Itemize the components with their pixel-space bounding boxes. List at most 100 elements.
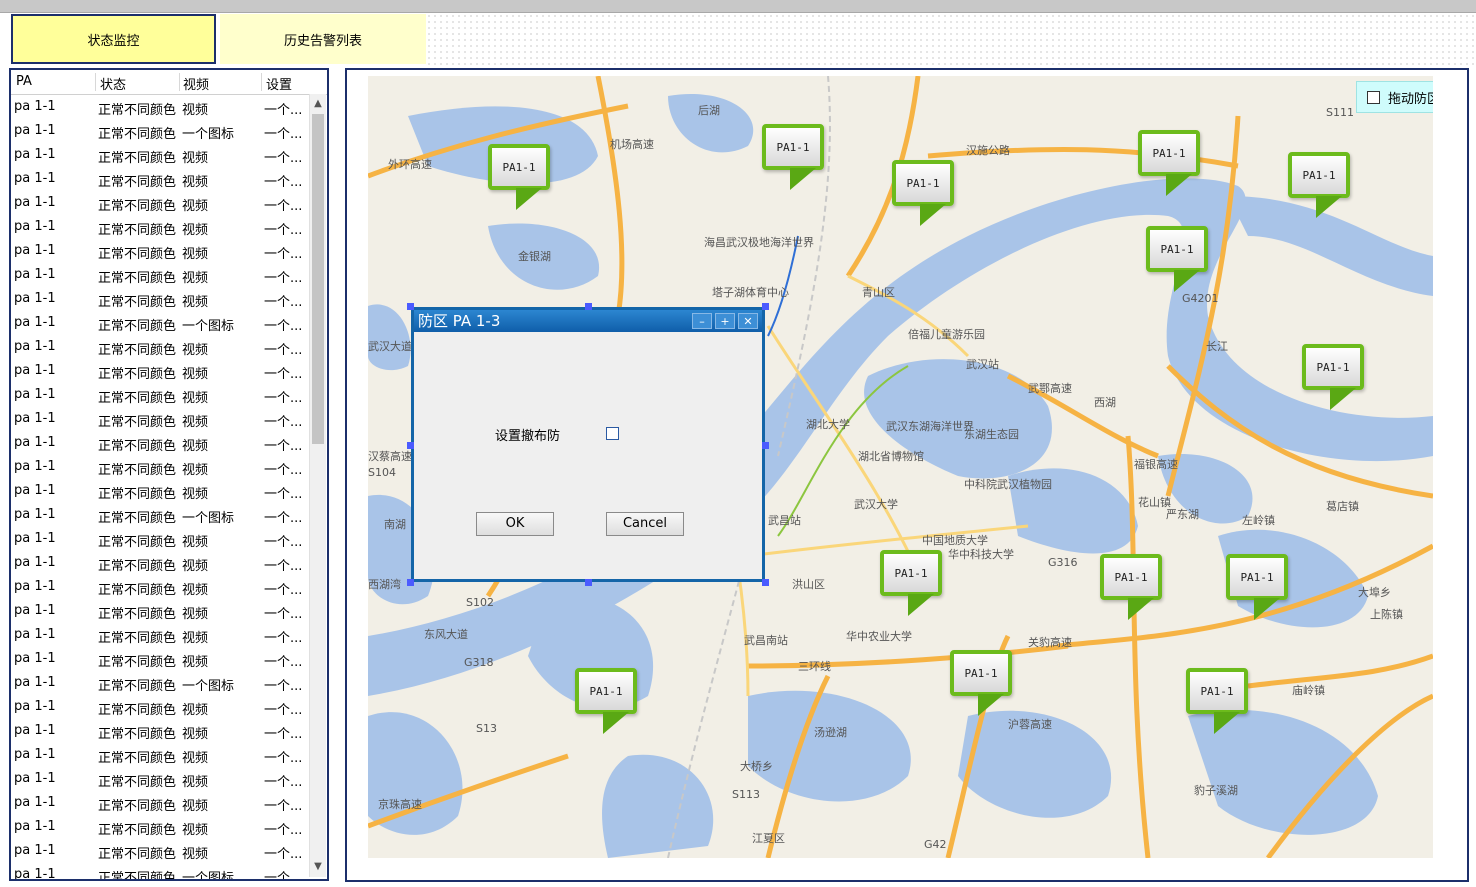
- resize-handle[interactable]: [762, 442, 769, 449]
- cancel-button[interactable]: Cancel: [606, 512, 684, 536]
- video-cell[interactable]: 视频: [182, 603, 208, 622]
- list-item[interactable]: pa 1-1 正常不同颜色 视频 一个...: [11, 767, 311, 791]
- list-item[interactable]: pa 1-1 正常不同颜色 视频 一个...: [11, 815, 311, 839]
- pa-zone-marker[interactable]: PA1-1: [1224, 552, 1294, 642]
- pa-zone-marker[interactable]: PA1-1: [1136, 128, 1206, 218]
- video-cell[interactable]: 视频: [182, 699, 208, 718]
- resize-handle[interactable]: [585, 579, 592, 586]
- minimize-icon[interactable]: –: [692, 313, 712, 329]
- settings-cell[interactable]: 一个...: [264, 603, 302, 622]
- list-item[interactable]: pa 1-1 正常不同颜色 视频 一个...: [11, 263, 311, 287]
- video-cell[interactable]: 视频: [182, 387, 208, 406]
- list-item[interactable]: pa 1-1 正常不同颜色 一个图标 一个...: [11, 503, 311, 527]
- settings-cell[interactable]: 一个...: [264, 771, 302, 790]
- pa-zone-marker[interactable]: PA1-1: [1098, 552, 1168, 642]
- list-scrollbar[interactable]: ▲ ▼: [309, 94, 326, 877]
- list-item[interactable]: pa 1-1 正常不同颜色 视频 一个...: [11, 239, 311, 263]
- pa-zone-marker[interactable]: PA1-1: [1184, 666, 1254, 756]
- video-cell[interactable]: 视频: [182, 819, 208, 838]
- list-item[interactable]: pa 1-1 正常不同颜色 视频 一个...: [11, 287, 311, 311]
- settings-cell[interactable]: 一个...: [264, 387, 302, 406]
- settings-cell[interactable]: 一个...: [264, 459, 302, 478]
- list-item[interactable]: pa 1-1 正常不同颜色 一个图标 一个...: [11, 671, 311, 695]
- video-cell[interactable]: 视频: [182, 531, 208, 550]
- settings-cell[interactable]: 一个...: [264, 675, 302, 694]
- list-item[interactable]: pa 1-1 正常不同颜色 视频 一个...: [11, 599, 311, 623]
- settings-cell[interactable]: 一个...: [264, 819, 302, 838]
- scroll-thumb[interactable]: [312, 114, 324, 444]
- settings-cell[interactable]: 一个...: [264, 363, 302, 382]
- list-item[interactable]: pa 1-1 正常不同颜色 视频 一个...: [11, 215, 311, 239]
- list-item[interactable]: pa 1-1 正常不同颜色 视频 一个...: [11, 719, 311, 743]
- pa-zone-marker[interactable]: PA1-1: [1144, 224, 1214, 314]
- settings-cell[interactable]: 一个...: [264, 483, 302, 502]
- settings-cell[interactable]: 一个...: [264, 219, 302, 238]
- settings-cell[interactable]: 一个...: [264, 843, 302, 862]
- list-item[interactable]: pa 1-1 正常不同颜色 视频 一个...: [11, 455, 311, 479]
- video-cell[interactable]: 视频: [182, 459, 208, 478]
- video-cell[interactable]: 一个图标: [182, 315, 234, 334]
- video-cell[interactable]: 视频: [182, 339, 208, 358]
- close-icon[interactable]: ✕: [738, 313, 758, 329]
- resize-handle[interactable]: [407, 442, 414, 449]
- list-item[interactable]: pa 1-1 正常不同颜色 一个图标 一个...: [11, 119, 311, 143]
- list-item[interactable]: pa 1-1 正常不同颜色 视频 一个...: [11, 95, 311, 119]
- video-cell[interactable]: 一个图标: [182, 675, 234, 694]
- column-divider[interactable]: [179, 73, 180, 91]
- list-item[interactable]: pa 1-1 正常不同颜色 视频 一个...: [11, 575, 311, 599]
- video-cell[interactable]: 视频: [182, 195, 208, 214]
- list-item[interactable]: pa 1-1 正常不同颜色 视频 一个...: [11, 359, 311, 383]
- column-divider[interactable]: [261, 73, 262, 91]
- resize-handle[interactable]: [762, 303, 769, 310]
- settings-cell[interactable]: 一个...: [264, 795, 302, 814]
- list-item[interactable]: pa 1-1 正常不同颜色 视频 一个...: [11, 383, 311, 407]
- settings-cell[interactable]: 一个...: [264, 507, 302, 526]
- pa-zone-marker[interactable]: PA1-1: [1300, 342, 1370, 432]
- video-cell[interactable]: 一个图标: [182, 867, 234, 879]
- settings-cell[interactable]: 一个...: [264, 267, 302, 286]
- drag-zone-toggle[interactable]: 拖动防区开关: [1356, 81, 1433, 113]
- list-item[interactable]: pa 1-1 正常不同颜色 视频 一个...: [11, 431, 311, 455]
- settings-cell[interactable]: 一个...: [264, 747, 302, 766]
- resize-handle[interactable]: [407, 579, 414, 586]
- settings-cell[interactable]: 一个...: [264, 315, 302, 334]
- video-cell[interactable]: 视频: [182, 651, 208, 670]
- pa-zone-marker[interactable]: PA1-1: [1286, 150, 1356, 240]
- list-item[interactable]: pa 1-1 正常不同颜色 视频 一个...: [11, 167, 311, 191]
- settings-cell[interactable]: 一个...: [264, 627, 302, 646]
- column-header-status[interactable]: 状态: [100, 74, 126, 93]
- video-cell[interactable]: 视频: [182, 219, 208, 238]
- list-item[interactable]: pa 1-1 正常不同颜色 一个图标 一个...: [11, 311, 311, 335]
- settings-cell[interactable]: 一个...: [264, 699, 302, 718]
- settings-cell[interactable]: 一个...: [264, 171, 302, 190]
- video-cell[interactable]: 视频: [182, 627, 208, 646]
- video-cell[interactable]: 视频: [182, 147, 208, 166]
- video-cell[interactable]: 视频: [182, 435, 208, 454]
- settings-cell[interactable]: 一个...: [264, 339, 302, 358]
- video-cell[interactable]: 视频: [182, 243, 208, 262]
- resize-handle[interactable]: [762, 579, 769, 586]
- video-cell[interactable]: 视频: [182, 483, 208, 502]
- list-item[interactable]: pa 1-1 正常不同颜色 视频 一个...: [11, 335, 311, 359]
- tab-alarm-history[interactable]: 历史告警列表: [220, 14, 426, 64]
- ok-button[interactable]: OK: [476, 512, 554, 536]
- video-cell[interactable]: 视频: [182, 771, 208, 790]
- tab-status-monitor[interactable]: 状态监控: [11, 14, 216, 64]
- video-cell[interactable]: 视频: [182, 795, 208, 814]
- video-cell[interactable]: 视频: [182, 171, 208, 190]
- settings-cell[interactable]: 一个...: [264, 531, 302, 550]
- video-cell[interactable]: 视频: [182, 267, 208, 286]
- pa-zone-marker[interactable]: PA1-1: [486, 142, 556, 232]
- pa-zone-marker[interactable]: PA1-1: [878, 548, 948, 638]
- settings-cell[interactable]: 一个...: [264, 651, 302, 670]
- list-item[interactable]: pa 1-1 正常不同颜色 视频 一个...: [11, 791, 311, 815]
- settings-cell[interactable]: 一个...: [264, 195, 302, 214]
- pa-zone-marker[interactable]: PA1-1: [948, 648, 1018, 738]
- video-cell[interactable]: 视频: [182, 555, 208, 574]
- list-item[interactable]: pa 1-1 正常不同颜色 视频 一个...: [11, 479, 311, 503]
- list-item[interactable]: pa 1-1 正常不同颜色 视频 一个...: [11, 623, 311, 647]
- dialog-title-bar[interactable]: 防区 PA 1-3 – + ✕: [414, 310, 762, 332]
- video-cell[interactable]: 视频: [182, 747, 208, 766]
- video-cell[interactable]: 一个图标: [182, 507, 234, 526]
- video-cell[interactable]: 一个图标: [182, 123, 234, 142]
